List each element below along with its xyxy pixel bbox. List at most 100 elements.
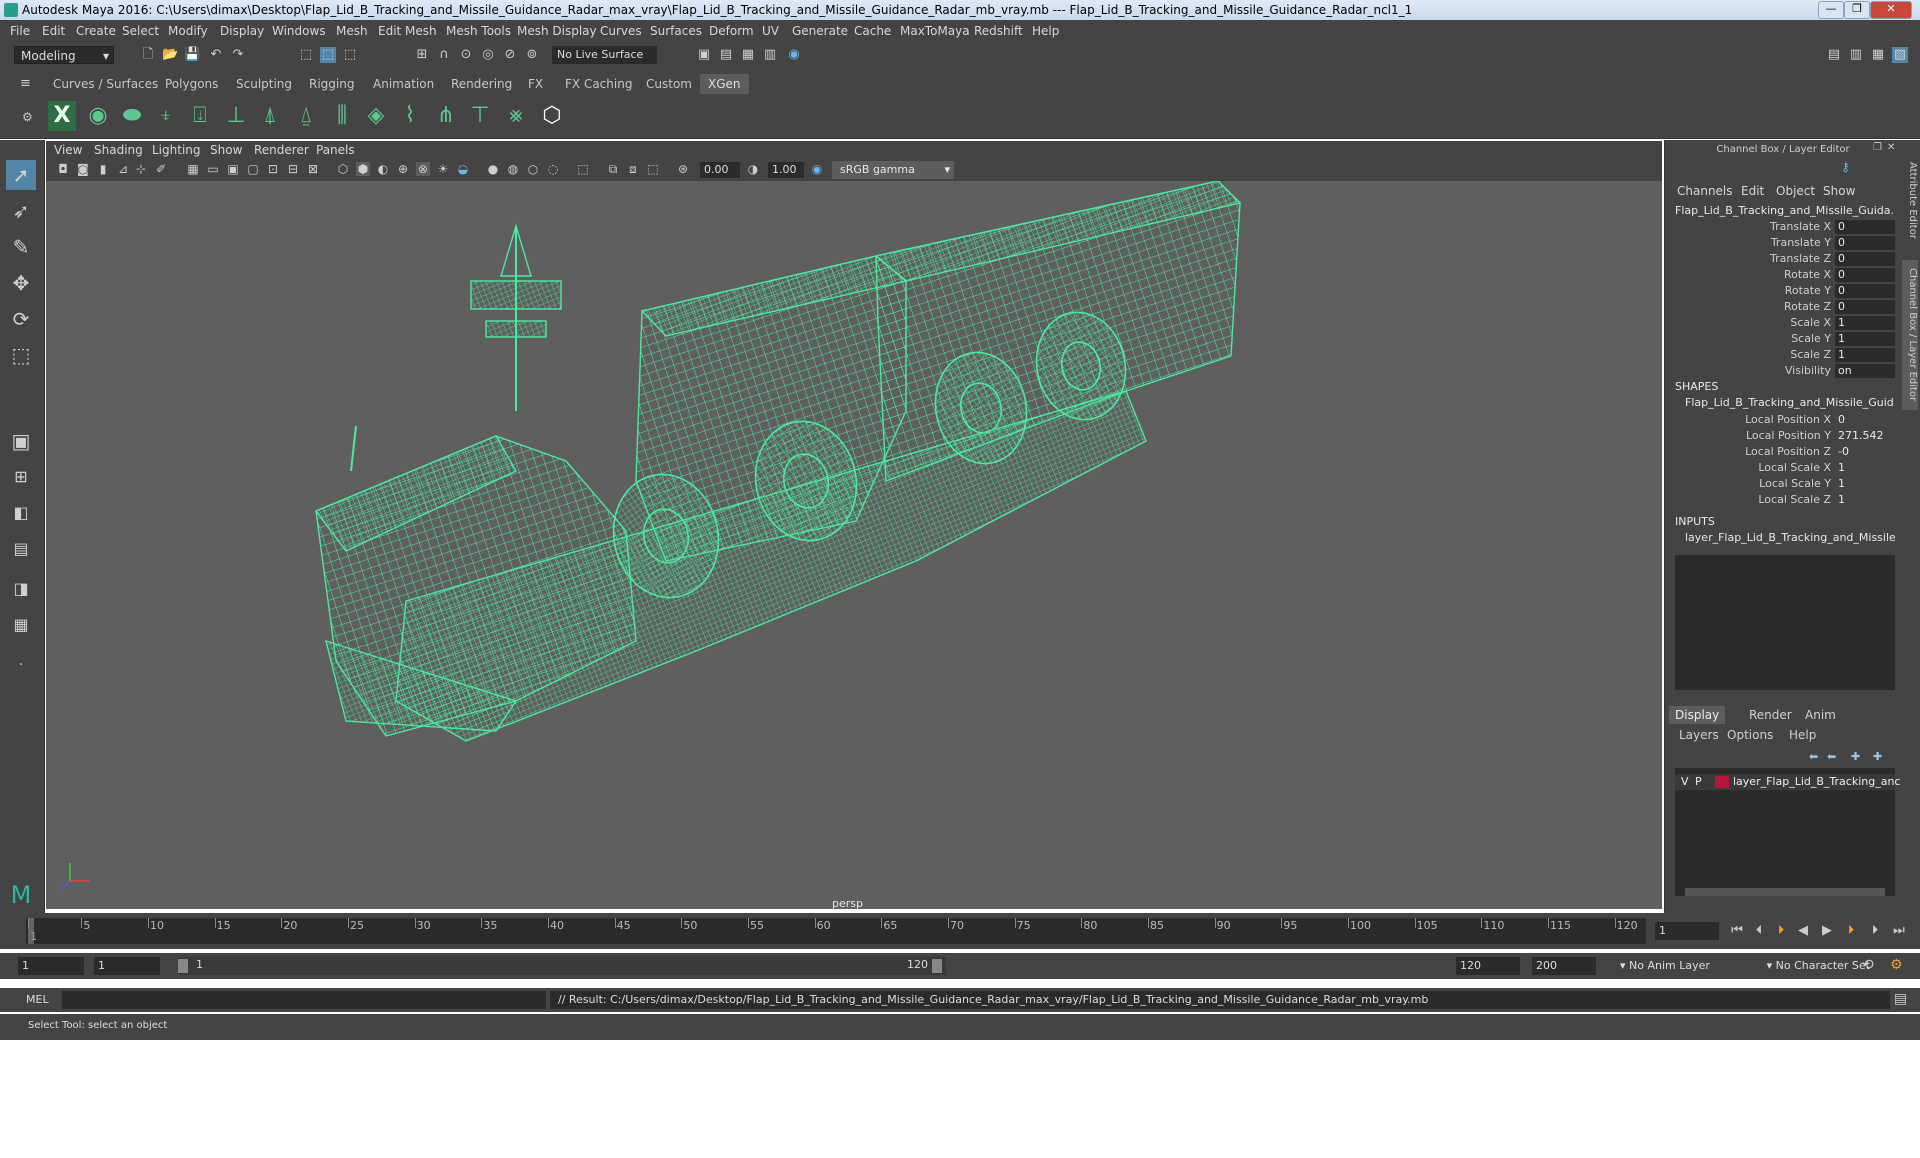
tab-edit[interactable]: Edit [1741,184,1764,198]
move-layer-down-icon[interactable]: ⬅ [1827,750,1836,763]
custom-layout-icon[interactable]: · [6,650,36,680]
panel-menu-panels[interactable]: Panels [316,141,355,159]
resolution-gate-icon[interactable]: ▣ [226,162,240,176]
xgen-layers-icon[interactable]: ◈ [362,101,390,131]
xgen-hexagon-icon[interactable]: ⬡ [538,101,566,131]
smooth-shade-icon[interactable]: ⬢ [356,162,370,176]
attr-local-scale-y[interactable]: Local Scale Y 1 [1665,476,1901,492]
playhead[interactable] [28,918,34,944]
hypershade-icon[interactable]: ▥ [762,47,778,63]
attr-translate-x[interactable]: Translate X 0 [1665,219,1901,235]
attr-value[interactable]: 1 [1835,348,1895,362]
ambient-occlusion-icon[interactable]: ● [486,162,500,176]
persp-graph-icon[interactable]: ▤ [6,534,36,564]
tab-object[interactable]: Object [1776,184,1815,198]
attribute-editor-toggle-icon[interactable]: ▥ [1848,47,1864,63]
four-view-icon[interactable]: ⊞ [6,462,36,492]
layer-name[interactable]: layer_Flap_Lid_B_Tracking_anc [1733,774,1900,790]
hypershade-layout-icon[interactable]: ◨ [6,574,36,604]
panel-menu-view[interactable]: View [54,141,82,159]
color-management-icon[interactable]: ◉ [810,162,824,176]
attr-scale-z[interactable]: Scale Z 1 [1665,347,1901,363]
close-panel-icon[interactable]: ✕ [1887,142,1895,153]
attr-visibility[interactable]: Visibility on [1665,363,1901,379]
layer-color-swatch[interactable] [1715,776,1729,788]
script-language-toggle[interactable]: MEL [26,993,49,1006]
tab-channel-box-layer-editor[interactable]: Channel Box / Layer Editor [1902,260,1918,410]
attr-value[interactable]: 0 [1835,252,1895,266]
xgen-editor-icon[interactable]: X [48,101,76,131]
radar-vehicle-wireframe[interactable] [46,181,1662,909]
ipr-render-icon[interactable]: ▤ [718,47,734,63]
attr-local-position-z[interactable]: Local Position Z -0 [1665,444,1901,460]
xray-icon[interactable]: ⊗ [416,162,430,176]
go-to-start-icon[interactable]: ⏮ [1728,922,1746,940]
new-layer-icon[interactable]: ✚ [1851,750,1860,763]
xgen-noise-icon[interactable]: ⨳ [502,101,530,131]
animation-end-field[interactable]: 200 [1532,957,1596,975]
shelf-settings-icon[interactable]: ⚙ [22,110,33,124]
command-input[interactable] [62,991,546,1009]
menu-select[interactable]: Select [122,20,159,42]
mode-selector[interactable]: Modeling ▾ [14,46,114,64]
layer-menu-help[interactable]: Help [1789,728,1816,742]
panel-menu-lighting[interactable]: Lighting [152,141,201,159]
attr-scale-x[interactable]: Scale X 1 [1665,315,1901,331]
motion-blur-icon[interactable]: ◍ [506,162,520,176]
exposure-icon[interactable]: ⊛ [676,162,690,176]
attr-local-scale-x[interactable]: Local Scale X 1 [1665,460,1901,476]
view-transform-select[interactable]: sRGB gamma ▾ [832,161,954,179]
auto-key-icon[interactable]: ⟲ [1862,957,1874,973]
step-forward-key-icon[interactable]: ⏵ [1866,922,1884,940]
attr-value[interactable]: 1 [1835,332,1895,346]
character-set-select[interactable]: ▾ No Character Set [1730,957,1870,975]
xray-active-icon[interactable]: ⧈ [626,162,640,176]
redo-icon[interactable]: ↷ [230,47,246,63]
object-name[interactable]: Flap_Lid_B_Tracking_and_Missile_Guida... [1675,204,1895,217]
attr-translate-z[interactable]: Translate Z 0 [1665,251,1901,267]
tab-channels[interactable]: Channels [1677,184,1733,198]
grease-pencil-icon[interactable]: ✐ [154,162,168,176]
select-object-icon[interactable]: ⬚ [320,47,336,63]
scale-tool-icon[interactable]: ⬚ [6,340,36,370]
snap-curve-icon[interactable]: ∩ [436,47,452,63]
snap-live-icon[interactable]: ⊚ [524,47,540,63]
attr-local-position-x[interactable]: Local Position X 0 [1665,412,1901,428]
play-forward-icon[interactable]: ▶ [1818,922,1836,940]
tab-rendering[interactable]: Rendering [451,74,512,94]
menu-uv[interactable]: UV [762,20,779,42]
tab-display[interactable]: Display [1669,706,1726,724]
input-name[interactable]: layer_Flap_Lid_B_Tracking_and_Missile... [1685,531,1895,544]
safe-title-icon[interactable]: ⊠ [306,162,320,176]
tab-custom[interactable]: Custom [646,74,692,94]
use-all-lights-icon[interactable]: ☀ [436,162,450,176]
menu-generate[interactable]: Generate [792,20,848,42]
attr-local-position-y[interactable]: Local Position Y 271.542 [1665,428,1901,444]
tab-attribute-editor[interactable]: Attribute Editor [1902,150,1918,250]
layer-scrollbar[interactable] [1685,888,1885,896]
minimize-button[interactable]: — [1818,1,1844,19]
attr-scale-y[interactable]: Scale Y 1 [1665,331,1901,347]
attr-value[interactable]: 0 [1835,413,1895,427]
attr-translate-y[interactable]: Translate Y 0 [1665,235,1901,251]
live-surface-field[interactable]: No Live Surface [552,46,657,64]
camera-attributes-icon[interactable]: ◙ [76,162,90,176]
menu-create[interactable]: Create [76,20,116,42]
bookmark-icon[interactable]: ▮ [96,162,110,176]
attr-value[interactable]: 1 [1835,477,1895,491]
lasso-tool-icon[interactable]: ➶ [6,196,36,226]
gamma-field[interactable]: 1.00 [768,162,804,178]
animation-prefs-icon[interactable]: ⚙ [1890,957,1903,973]
layer-menu-options[interactable]: Options [1727,728,1773,742]
render-settings-icon[interactable]: ▦ [740,47,756,63]
menu-surfaces[interactable]: Surfaces [650,20,702,42]
menu-cache[interactable]: Cache [854,20,891,42]
range-slider[interactable]: 1 120 [178,957,946,975]
attr-value[interactable]: 271.542 [1835,429,1895,443]
rotate-tool-icon[interactable]: ⟳ [6,304,36,334]
new-layer-selected-icon[interactable]: ✚ [1873,750,1882,763]
step-forward-frame-icon[interactable]: ⏵ [1842,922,1860,940]
render-view-icon[interactable]: ◉ [786,47,802,63]
isolate-select-icon[interactable]: ⬚ [576,162,590,176]
snap-surface-icon[interactable]: ⊘ [502,47,518,63]
